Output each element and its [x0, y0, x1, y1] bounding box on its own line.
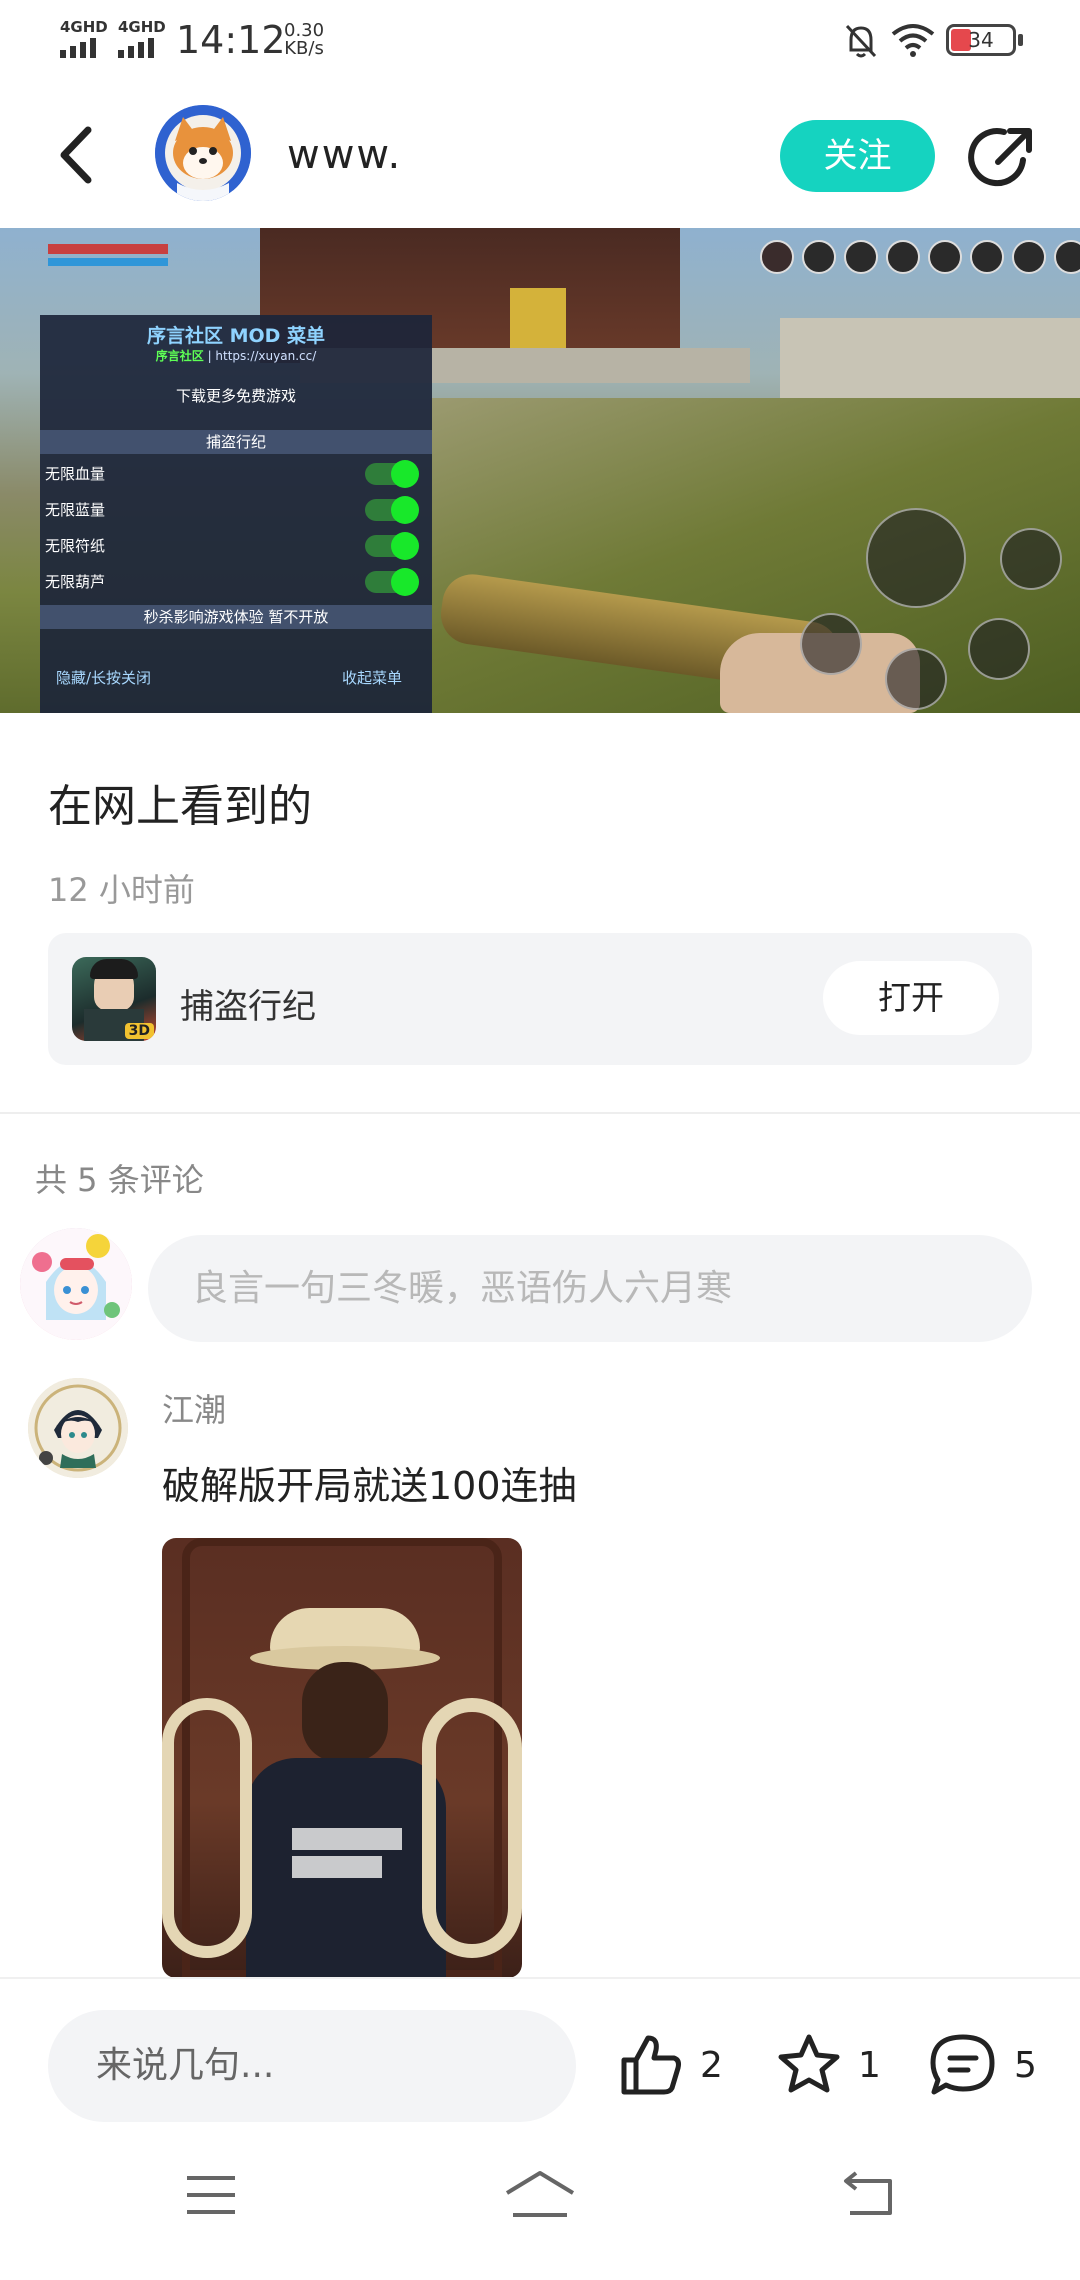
post-title: 在网上看到的	[48, 781, 312, 832]
battery-icon: 34	[946, 24, 1016, 56]
like-count: 2	[700, 2044, 723, 2086]
shiba-dog-avatar-icon	[155, 105, 251, 201]
favorite-count: 1	[858, 2044, 881, 2086]
attack-button	[866, 508, 966, 608]
commenter-name[interactable]: 江潮	[162, 1385, 226, 1431]
mana-bar	[48, 258, 168, 266]
comment-count: 共 5 条评论	[35, 1161, 204, 1199]
star-icon	[778, 2034, 840, 2093]
back-nav-icon[interactable]	[842, 2169, 896, 2219]
mute-icon	[845, 24, 877, 58]
back-arrow-icon[interactable]	[50, 120, 110, 190]
mod-menu-section: 捕盗行纪	[40, 430, 432, 454]
mod-menu-url: | https://xuyan.cc/	[207, 349, 317, 363]
signal-2: 4GHD	[118, 18, 166, 58]
comment-image[interactable]	[162, 1538, 522, 1978]
account-name[interactable]: www.	[287, 132, 402, 178]
mod-option-row: 无限蓝量	[45, 493, 425, 527]
follow-button[interactable]: 关注	[780, 120, 935, 192]
mod-option-label: 无限符纸	[45, 537, 106, 555]
network-type-2: 4GHD	[118, 18, 166, 36]
rope-coil-left	[162, 1698, 252, 1958]
post-timestamp: 12 小时前	[48, 871, 195, 909]
signal-bars-icon	[118, 38, 166, 58]
toggle-switch	[365, 532, 419, 560]
author-avatar[interactable]	[155, 105, 251, 201]
mod-menu-title: 序言社区 MOD 菜单	[146, 325, 326, 347]
clock: 14:12	[176, 18, 286, 62]
mod-option-row: 无限符纸	[45, 529, 425, 563]
share-icon[interactable]	[968, 122, 1038, 192]
thumbs-up-icon	[621, 2035, 681, 2095]
mod-menu-overlay: 序言社区 MOD 菜单 序言社区 | https://xuyan.cc/ 下载更…	[40, 315, 432, 713]
speed-unit: KB/s	[284, 38, 324, 59]
comment-button[interactable]: 5	[928, 2032, 1037, 2098]
comment-total: 5	[1014, 2044, 1037, 2086]
mod-menu-hide: 隐藏/长按关闭	[56, 669, 152, 687]
skill-button	[800, 613, 862, 675]
battery-level: 34	[968, 28, 994, 52]
app-name: 捕盗行纪	[180, 987, 316, 1027]
section-divider	[0, 1112, 1080, 1114]
status-bar: 4GHD 4GHD 14:12 0.30 KB/s 34	[0, 0, 1080, 80]
like-button[interactable]: 2	[618, 2032, 723, 2098]
signal-bars-icon	[60, 38, 108, 58]
mod-menu-brand: 序言社区	[155, 349, 204, 363]
system-nav-bar	[0, 2127, 1080, 2280]
my-avatar	[20, 1228, 132, 1340]
person-face	[302, 1662, 388, 1762]
open-app-button[interactable]: 打开	[823, 961, 999, 1035]
anime-girl-avatar-icon	[20, 1228, 132, 1340]
mod-menu-collapse: 收起菜单	[341, 669, 402, 687]
mod-menu-subtitle: 序言社区 | https://xuyan.cc/	[40, 347, 432, 364]
app-icon: 3D	[72, 957, 156, 1041]
comment-bubble-icon	[930, 2034, 995, 2095]
signal-1: 4GHD	[60, 18, 108, 58]
mod-menu-notice: 秒杀影响游戏体验 暂不开放	[40, 605, 432, 629]
health-bar	[48, 244, 168, 254]
temple-sign	[510, 288, 566, 354]
quick-comment-input[interactable]: 来说几句...	[48, 2010, 576, 2122]
skill-button	[1000, 528, 1062, 590]
comment-text: 破解版开局就送100连抽	[162, 1464, 577, 1508]
anime-boy-avatar-icon	[28, 1378, 128, 1478]
toggle-switch	[365, 568, 419, 596]
wifi-icon	[891, 24, 935, 57]
mod-menu-download: 下载更多免费游戏	[175, 387, 296, 405]
menu-icon[interactable]	[185, 2172, 237, 2218]
shirt-print	[292, 1828, 402, 1888]
rope-coil-right	[422, 1698, 522, 1958]
comment-input[interactable]: 良言一句三冬暖，恶语伤人六月寒	[148, 1235, 1032, 1342]
mod-option-label: 无限蓝量	[45, 501, 106, 519]
favorite-button[interactable]: 1	[776, 2032, 881, 2098]
skill-button	[968, 618, 1030, 680]
mod-option-row: 无限血量	[45, 457, 425, 491]
network-speed: 0.30 KB/s	[284, 22, 324, 58]
mod-option-label: 无限血量	[45, 465, 106, 483]
app-3d-badge: 3D	[124, 1023, 154, 1039]
network-type-1: 4GHD	[60, 18, 108, 36]
mod-option-row: 无限葫芦	[45, 565, 425, 599]
skill-button	[885, 648, 947, 710]
toggle-switch	[365, 496, 419, 524]
commenter-avatar[interactable]	[28, 1378, 128, 1478]
home-icon[interactable]	[503, 2169, 577, 2221]
linked-app-card[interactable]: 3D 捕盗行纪 打开	[48, 933, 1032, 1065]
toggle-switch	[365, 460, 419, 488]
mod-option-label: 无限葫芦	[45, 573, 106, 591]
stone-wall	[780, 318, 1080, 408]
hud-icons	[760, 240, 1080, 274]
battery-tip	[1018, 34, 1023, 46]
